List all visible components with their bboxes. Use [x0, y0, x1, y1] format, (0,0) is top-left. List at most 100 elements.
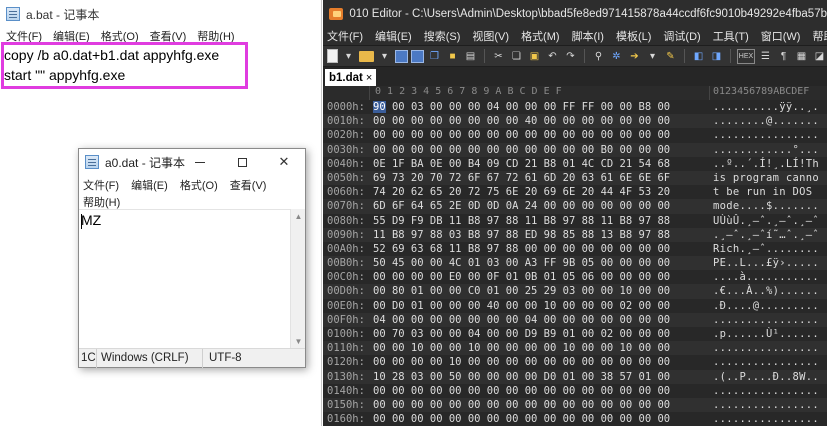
hex-cursor-byte[interactable]: 90 [373, 101, 386, 113]
hex-row[interactable]: 0080h: 55 D9 F9 DB 11 B8 97 88 11 B8 97 8… [323, 213, 827, 228]
print-icon[interactable]: ▤ [463, 49, 478, 64]
hex-row[interactable]: 0120h: 00 00 00 00 10 00 00 00 00 00 00 0… [323, 355, 827, 370]
hex-row[interactable]: 00A0h: 52 69 63 68 11 B8 97 88 00 00 00 0… [323, 241, 827, 257]
hex-row-ascii[interactable]: UÙùÛ.¸—ˆ.¸—ˆ.¸—ˆ [713, 214, 819, 228]
paragraph-icon[interactable]: ¶ [776, 49, 791, 64]
hex-row[interactable]: 00C0h: 00 00 00 00 E0 00 0F 01 0B 01 05 0… [323, 270, 827, 285]
hex-row-ascii[interactable]: .¸—ˆ.¸—ˆí˜…ˆ.¸—ˆ [713, 228, 819, 242]
editor-menu-edit[interactable]: 编辑(E) [375, 28, 412, 44]
hex-row-bytes[interactable]: 74 20 62 65 20 72 75 6E 20 69 6E 20 44 4… [373, 185, 670, 199]
hex-row[interactable]: 0040h: 0E 1F BA 0E 00 B4 09 CD 21 B8 01 4… [323, 156, 827, 171]
copy-icon[interactable]: ❏ [509, 49, 524, 64]
editor-menu-search[interactable]: 搜索(S) [424, 28, 461, 44]
hex-row-ascii[interactable]: ..º..´.Í!¸.LÍ!Th [713, 157, 819, 171]
hex-row-bytes[interactable]: 50 45 00 00 4C 01 03 00 A3 FF 9B 05 00 0… [373, 256, 670, 270]
close-button[interactable]: ✕ [263, 149, 305, 175]
hex-row-bytes[interactable]: 0E 1F BA 0E 00 B4 09 CD 21 B8 01 4C CD 2… [373, 157, 670, 171]
hex-row[interactable]: 0030h: 00 00 00 00 00 00 00 00 00 00 00 0… [323, 142, 827, 157]
popup-text-area[interactable]: MZ [79, 209, 291, 349]
hex-row-bytes[interactable]: 00 D0 01 00 00 00 40 00 00 10 00 00 00 0… [373, 299, 670, 313]
template-icon[interactable]: ◨ [709, 49, 724, 64]
dropdown-icon[interactable]: ▾ [377, 49, 392, 64]
hex-row-ascii[interactable]: ................ [713, 384, 819, 398]
hex-row-ascii[interactable]: .€...À..%)...... [713, 284, 819, 298]
hex-row-ascii[interactable]: .p......Ù¹...... [713, 327, 819, 341]
hex-row-bytes[interactable]: 10 28 03 00 50 00 00 00 00 D0 01 00 38 5… [373, 370, 670, 384]
save-icon[interactable] [395, 49, 408, 63]
hex-row-bytes[interactable]: 00 00 10 00 00 10 00 00 00 00 10 00 00 1… [373, 341, 670, 355]
hex-row-ascii[interactable]: mode....$....... [713, 199, 819, 213]
hex-row[interactable]: 0050h: 69 73 20 70 72 6F 67 72 61 6D 20 6… [323, 170, 827, 186]
hex-row-ascii[interactable]: ........@....... [713, 114, 819, 128]
hex-row-ascii[interactable]: ................ [713, 412, 819, 426]
file-tab-b1[interactable]: b1.dat × [325, 69, 377, 86]
hex-row-bytes[interactable]: 6D 6F 64 65 2E 0D 0D 0A 24 00 00 00 00 0… [373, 199, 670, 213]
scroll-down-icon[interactable]: ▼ [291, 334, 306, 349]
hex-row-bytes[interactable]: 00 00 00 00 10 00 00 00 00 00 00 00 00 0… [373, 355, 670, 369]
hex-row[interactable]: 00D0h: 00 80 01 00 00 C0 01 00 25 29 03 0… [323, 284, 827, 299]
editor-menu-help[interactable]: 帮助(H) [812, 28, 827, 44]
hex-row[interactable]: 0130h: 10 28 03 00 50 00 00 00 00 D0 01 0… [323, 369, 827, 384]
dropdown-icon[interactable]: ▾ [341, 49, 356, 64]
hex-row-ascii[interactable]: Rich.¸—ˆ........ [713, 242, 819, 256]
editor-menu-view[interactable]: 视图(V) [472, 28, 509, 44]
compare-icon[interactable]: ◧ [691, 49, 706, 64]
hex-row[interactable]: 0110h: 00 00 10 00 00 10 00 00 00 00 10 0… [323, 341, 827, 356]
hex-row[interactable]: 0060h: 74 20 62 65 20 72 75 6E 20 69 6E 2… [323, 185, 827, 200]
hex-row-ascii[interactable]: ..........ÿÿ..¸. [713, 100, 819, 114]
scroll-up-icon[interactable]: ▲ [291, 209, 306, 224]
editor-menu-format[interactable]: 格式(M) [521, 28, 560, 44]
editor-menu-debug[interactable]: 调试(D) [663, 28, 700, 44]
popup-menu-format[interactable]: 格式(O) [180, 180, 218, 192]
close-tab-icon[interactable]: × [366, 72, 372, 84]
minimize-button[interactable] [179, 149, 221, 175]
hex-row-bytes[interactable]: 04 00 00 00 00 00 00 00 04 00 00 00 00 0… [373, 313, 670, 327]
editor-menu-script[interactable]: 脚本(I) [572, 28, 604, 44]
popup-menu-help[interactable]: 帮助(H) [83, 197, 120, 209]
hex-row-bytes[interactable]: 69 73 20 70 72 6F 67 72 61 6D 20 63 61 6… [373, 171, 670, 185]
folder-icon[interactable]: ■ [445, 49, 460, 64]
vertical-scrollbar[interactable]: ▲ ▼ [290, 209, 305, 349]
hex-row-ascii[interactable]: t be run in DOS [713, 185, 812, 199]
goto-icon[interactable]: ➔ [627, 49, 642, 64]
hex-row[interactable]: 0070h: 6D 6F 64 65 2E 0D 0D 0A 24 00 00 0… [323, 199, 827, 214]
hex-row-bytes[interactable]: 11 B8 97 88 03 B8 97 88 ED 98 85 88 13 B… [373, 228, 670, 242]
hex-row[interactable]: 00F0h: 04 00 00 00 00 00 00 00 04 00 00 0… [323, 312, 827, 327]
hex-row-bytes[interactable]: 00 00 00 00 E0 00 0F 01 0B 01 05 06 00 0… [373, 270, 670, 284]
hex-row-bytes[interactable]: 90 00 03 00 00 00 04 00 00 00 FF FF 00 0… [373, 100, 670, 114]
hex-row-ascii[interactable]: ................ [713, 128, 819, 142]
hex-row-bytes[interactable]: 00 80 01 00 00 C0 01 00 25 29 03 00 00 1… [373, 284, 670, 298]
run-icon[interactable]: ◪ [812, 49, 827, 64]
hex-row-bytes[interactable]: 52 69 63 68 11 B8 97 88 00 00 00 00 00 0… [373, 242, 670, 256]
hex-row[interactable]: 0150h: 00 00 00 00 00 00 00 00 00 00 00 0… [323, 397, 827, 413]
new-file-icon[interactable] [327, 49, 338, 63]
popup-menu-file[interactable]: 文件(F) [83, 180, 119, 192]
cut-icon[interactable]: ✂ [491, 49, 506, 64]
popup-menu-view[interactable]: 查看(V) [230, 180, 267, 192]
hex-row-bytes[interactable]: 00 00 00 00 00 00 00 00 00 00 00 00 00 0… [373, 412, 670, 426]
hex-row[interactable]: 0010h: 00 00 00 00 00 00 00 00 40 00 00 0… [323, 114, 827, 129]
hex-row-bytes[interactable]: 00 00 00 00 00 00 00 00 00 00 00 00 B0 0… [373, 143, 670, 157]
hex-row[interactable]: 00B0h: 50 45 00 00 4C 01 03 00 A3 FF 9B 0… [323, 256, 827, 271]
popup-menu-edit[interactable]: 编辑(E) [131, 180, 168, 192]
hex-row-bytes[interactable]: 55 D9 F9 DB 11 B8 97 88 11 B8 97 88 11 B… [373, 214, 670, 228]
hex-row-ascii[interactable]: is program canno [713, 171, 819, 185]
maximize-button[interactable] [221, 149, 263, 175]
hex-row-ascii[interactable]: .(..P....Ð..8W.. [713, 370, 819, 384]
hex-row[interactable]: 00E0h: 00 D0 01 00 00 00 40 00 00 10 00 0… [323, 298, 827, 313]
editor-menu-window[interactable]: 窗口(W) [761, 28, 801, 44]
hex-row-ascii[interactable]: ................ [713, 313, 819, 327]
hex-row-ascii[interactable]: ................ [713, 355, 819, 369]
editor-menu-template[interactable]: 模板(L) [616, 28, 651, 44]
hex-row[interactable]: 0140h: 00 00 00 00 00 00 00 00 00 00 00 0… [323, 383, 827, 398]
editor-menu-tools[interactable]: 工具(T) [713, 28, 749, 44]
bookmark-icon[interactable]: ✎ [663, 49, 678, 64]
text-mode-icon[interactable]: ☰ [758, 49, 773, 64]
paste-icon[interactable]: ▣ [527, 49, 542, 64]
hex-row-bytes[interactable]: 00 00 00 00 00 00 00 00 00 00 00 00 00 0… [373, 398, 670, 412]
hex-grid[interactable]: 0000h: 90 00 03 00 00 00 04 00 00 00 FF F… [323, 100, 827, 426]
hex-row-ascii[interactable]: ............°... [713, 143, 819, 157]
hex-row-bytes[interactable]: 00 00 00 00 00 00 00 00 00 00 00 00 00 0… [373, 128, 670, 142]
save-all-icon[interactable] [411, 49, 424, 63]
hex-row-ascii[interactable]: ....à........... [713, 270, 819, 284]
